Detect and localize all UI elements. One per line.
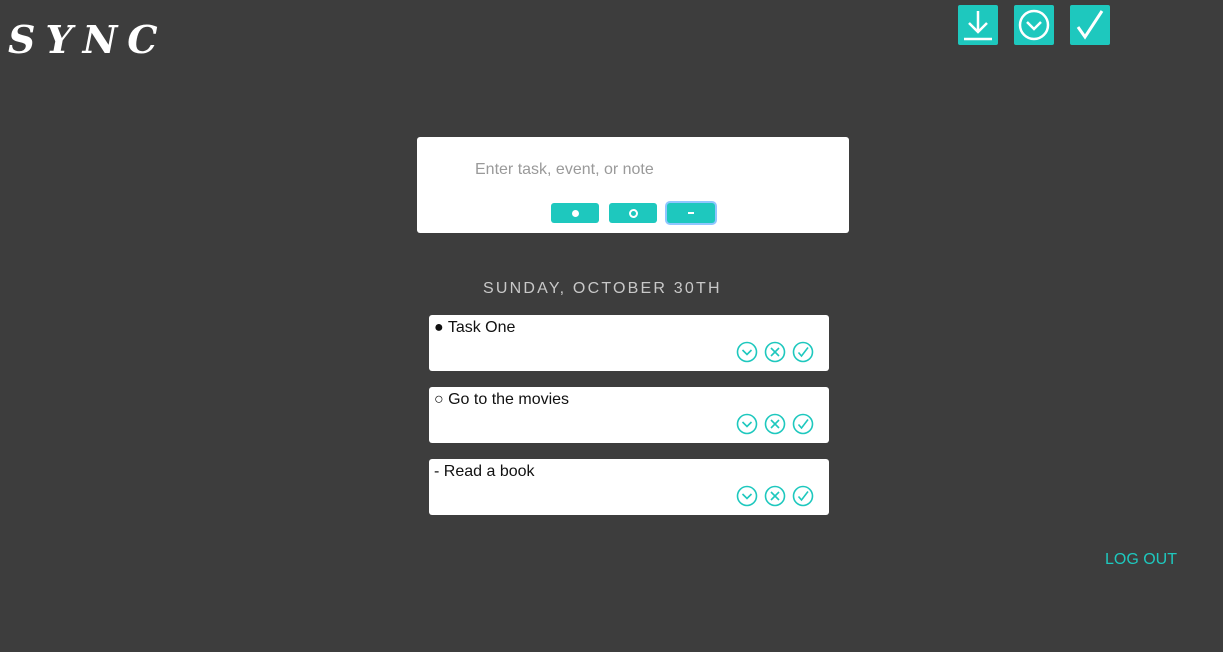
note-type-button[interactable] xyxy=(667,203,715,223)
entry-actions xyxy=(736,413,814,435)
delete-entry-button[interactable] xyxy=(764,341,786,363)
app-logo: SYNC xyxy=(8,17,168,62)
date-heading: SUNDAY, OCTOBER 30TH xyxy=(483,280,722,297)
x-circle-icon xyxy=(764,485,786,507)
entry-text: ● Task One xyxy=(434,319,516,336)
filled-dot-icon xyxy=(571,209,579,217)
x-circle-icon xyxy=(764,341,786,363)
complete-entry-button[interactable] xyxy=(792,341,814,363)
top-toolbar xyxy=(958,5,1110,45)
check-circle-icon xyxy=(792,413,814,435)
event-type-button[interactable] xyxy=(609,203,657,223)
entry-form xyxy=(417,137,849,233)
entry-actions xyxy=(736,485,814,507)
chevron-circle-icon xyxy=(736,341,758,363)
delete-entry-button[interactable] xyxy=(764,485,786,507)
check-icon xyxy=(1076,10,1104,40)
x-circle-icon xyxy=(764,413,786,435)
entry-text: - Read a book xyxy=(434,463,535,480)
download-button[interactable] xyxy=(958,5,998,45)
chevron-circle-icon xyxy=(736,485,758,507)
entry-text: ○ Go to the movies xyxy=(434,391,570,408)
logout-link[interactable]: LOG OUT xyxy=(1105,551,1177,569)
migrate-entry-button[interactable] xyxy=(736,413,758,435)
entry-input[interactable] xyxy=(475,157,815,183)
check-circle-icon xyxy=(792,485,814,507)
migrate-entry-button[interactable] xyxy=(736,485,758,507)
entry-card: - Read a book xyxy=(429,459,829,515)
chevron-circle-icon xyxy=(1018,9,1050,41)
task-type-button[interactable] xyxy=(551,203,599,223)
check-circle-icon xyxy=(792,341,814,363)
migrate-entry-button[interactable] xyxy=(736,341,758,363)
migrate-button[interactable] xyxy=(1014,5,1054,45)
download-icon xyxy=(964,11,992,41)
complete-button[interactable] xyxy=(1070,5,1110,45)
dash-icon xyxy=(688,212,694,214)
delete-entry-button[interactable] xyxy=(764,413,786,435)
entry-card: ○ Go to the movies xyxy=(429,387,829,443)
entry-actions xyxy=(736,341,814,363)
complete-entry-button[interactable] xyxy=(792,485,814,507)
complete-entry-button[interactable] xyxy=(792,413,814,435)
chevron-circle-icon xyxy=(736,413,758,435)
hollow-dot-icon xyxy=(628,208,638,218)
entry-card: ● Task One xyxy=(429,315,829,371)
